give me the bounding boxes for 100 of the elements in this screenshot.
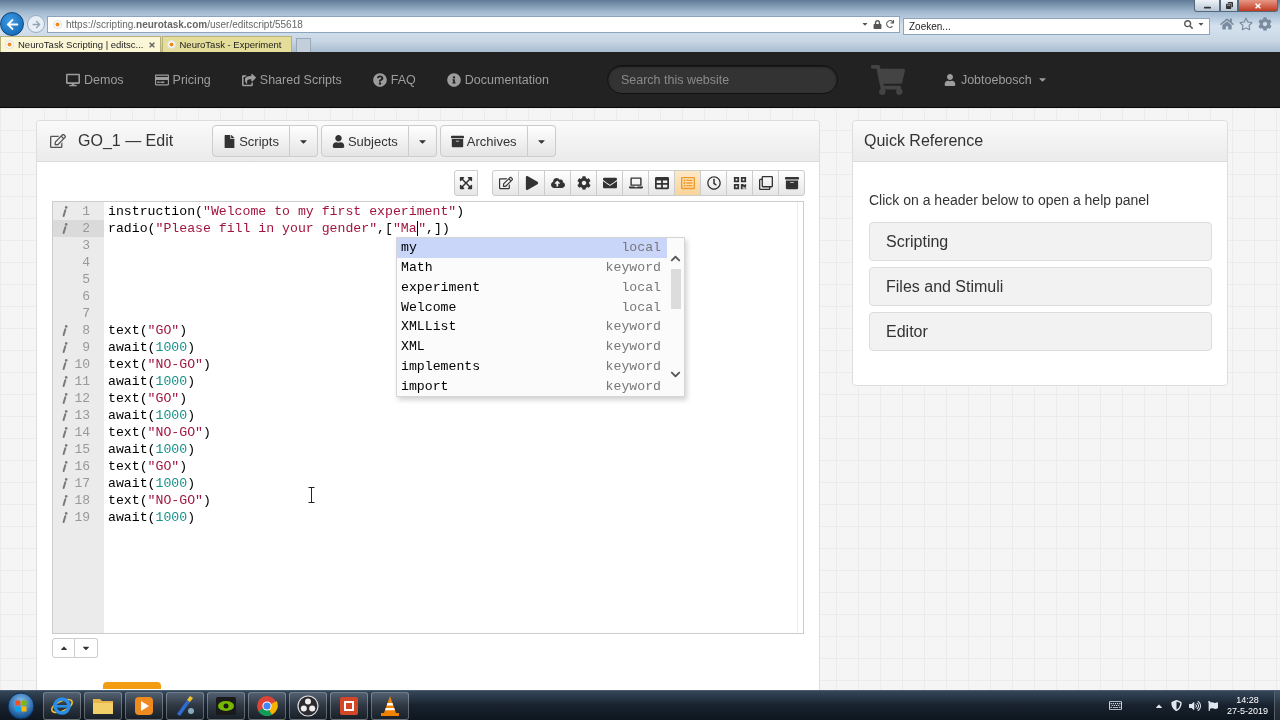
line-number: 8	[81, 323, 90, 338]
scrollbar-thumb[interactable]	[670, 269, 681, 309]
down-button[interactable]	[75, 638, 98, 658]
cloud-upload-icon	[550, 176, 565, 190]
browser-tab[interactable]: NeuroTask - Experiment	[161, 36, 292, 52]
address-field[interactable]: https://scripting.neurotask.com/user/editscript/55618	[47, 15, 900, 33]
toolbar-button[interactable]	[570, 170, 597, 196]
search-icon[interactable]	[1184, 19, 1193, 29]
suggestion-type: keyword	[605, 319, 661, 335]
nav-link[interactable]: FAQ	[372, 72, 416, 87]
autocomplete-item[interactable]: experiment local	[397, 277, 667, 298]
menu-button[interactable]: Subjects	[320, 125, 409, 157]
suggestion-type: keyword	[605, 358, 661, 374]
code-text: text("NO-GO")	[108, 424, 211, 441]
close-button[interactable]	[1238, 0, 1278, 12]
suggestion-type: local	[621, 279, 661, 295]
list-icon	[680, 176, 695, 190]
toolbar-button[interactable]	[622, 170, 649, 196]
autocomplete-item[interactable]: import keyword	[397, 376, 667, 396]
up-button[interactable]	[52, 638, 75, 658]
autocomplete-item[interactable]: Math keyword	[397, 257, 667, 278]
code-text: await(1000)	[108, 339, 196, 356]
code-text: radio("Please fill in your gender",["Ma	[108, 220, 417, 237]
autocomplete-item[interactable]: XML keyword	[397, 336, 667, 357]
taskbar-button[interactable]	[371, 691, 409, 720]
nav-link[interactable]: Shared Scripts	[241, 72, 342, 87]
suggestion-label: experiment	[401, 279, 481, 295]
search-field[interactable]: Zoeken...	[903, 17, 1210, 35]
i-beam-cursor-icon	[308, 487, 315, 503]
keyboard-icon[interactable]	[1108, 699, 1122, 712]
toolbar-button[interactable]	[518, 170, 545, 196]
user-icon	[943, 73, 956, 86]
minimize-button[interactable]	[1194, 0, 1220, 12]
nav-link[interactable]: Demos	[66, 72, 124, 87]
suggestion-label: XML	[401, 339, 425, 355]
edit-icon	[498, 176, 513, 190]
star-icon[interactable]	[1239, 17, 1253, 31]
line-number: 13	[73, 408, 90, 423]
back-button[interactable]	[0, 12, 24, 36]
laptop-icon	[628, 176, 643, 190]
accordion-header[interactable]: Scripting	[869, 222, 1212, 261]
clock-time[interactable]: 14:28	[1236, 694, 1259, 706]
toolbar-button[interactable]	[596, 170, 623, 196]
clock-date[interactable]: 27-5-2019	[1226, 705, 1268, 717]
taskbar-button[interactable]	[125, 691, 163, 720]
round-browser-icon	[255, 693, 279, 718]
accordion-header[interactable]: Editor	[869, 312, 1212, 351]
suggestion-label: Welcome	[401, 299, 457, 315]
toolbar-button[interactable]	[778, 170, 805, 196]
fullscreen-button[interactable]	[454, 170, 478, 196]
suggestion-label: import	[401, 378, 449, 394]
toolbar-button[interactable]	[492, 170, 519, 196]
nav-link[interactable]: Documentation	[446, 72, 549, 87]
line-number: 14	[73, 425, 90, 440]
taskbar-button[interactable]	[330, 691, 368, 720]
suggestion-type: keyword	[605, 260, 661, 276]
refresh-icon[interactable]	[886, 20, 894, 28]
autocomplete-item[interactable]: implements keyword	[397, 356, 667, 377]
scroll-down-icon[interactable]	[670, 369, 681, 380]
nav-link[interactable]: Pricing	[154, 72, 211, 87]
taskbar-button[interactable]	[289, 691, 327, 720]
flag-icon[interactable]	[1207, 700, 1218, 711]
cart-icon	[870, 62, 905, 97]
toolbar-button[interactable]	[648, 170, 675, 196]
toolbar-button[interactable]	[700, 170, 727, 196]
code-text: await(1000)	[108, 509, 196, 526]
search-field[interactable]: Search this website	[606, 65, 838, 94]
line-number: 16	[73, 459, 90, 474]
tab-close-button[interactable]	[147, 40, 156, 49]
taskbar-button[interactable]	[43, 691, 81, 720]
close-icon	[1254, 1, 1262, 10]
toolbar-button[interactable]	[726, 170, 753, 196]
autocomplete-item[interactable]: Welcome local	[397, 297, 667, 317]
menu-button[interactable]: Archives	[439, 125, 528, 157]
home-icon[interactable]	[1220, 17, 1234, 31]
taskbar-button[interactable]	[166, 691, 204, 720]
copy-icon	[758, 176, 773, 190]
caret-icon[interactable]	[1197, 20, 1205, 28]
browser-tab[interactable]: NeuroTask Scripting | editsc...	[0, 36, 161, 52]
restore-button[interactable]	[1220, 0, 1238, 12]
accordion-header[interactable]: Files and Stimuli	[869, 267, 1212, 306]
play-icon	[524, 176, 539, 190]
panel-title: Quick Reference	[864, 132, 984, 150]
toolbar-button[interactable]	[752, 170, 779, 196]
volume-icon[interactable]	[1188, 699, 1201, 712]
code-text: text("NO-GO")	[108, 492, 211, 509]
taskbar-button[interactable]	[207, 691, 245, 720]
monitor-icon	[66, 72, 80, 87]
taskbar-button[interactable]	[248, 691, 286, 720]
autocomplete-item[interactable]: XMLList keyword	[397, 317, 667, 337]
shield-icon[interactable]	[1170, 700, 1182, 711]
menu-button[interactable]: Scripts	[212, 125, 290, 157]
toolbar-button[interactable]	[544, 170, 571, 196]
scroll-up-icon[interactable]	[670, 253, 681, 264]
user-menu[interactable]: Jobtoebosch	[943, 72, 1048, 87]
taskbar-button[interactable]	[84, 691, 122, 720]
file-icon	[223, 134, 237, 148]
autocomplete-item[interactable]: my local	[397, 238, 667, 258]
settings-icon[interactable]	[1258, 17, 1272, 31]
caret-icon[interactable]	[861, 20, 869, 28]
